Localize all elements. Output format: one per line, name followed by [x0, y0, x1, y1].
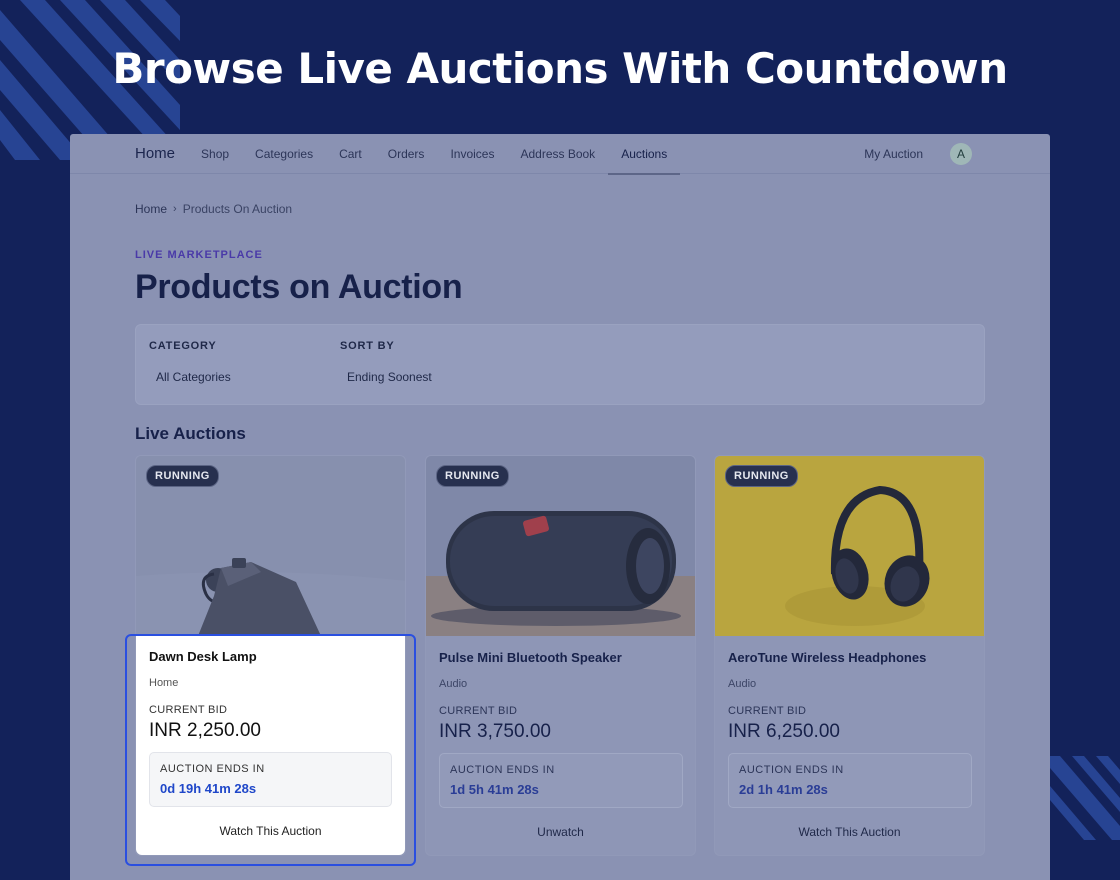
countdown-value: 0d 19h 41m 28s — [160, 781, 257, 796]
nav-item-cart[interactable]: Cart — [326, 134, 375, 174]
avatar[interactable]: A — [950, 143, 972, 165]
countdown-label: AUCTION ENDS IN — [450, 764, 555, 776]
hero-title: Browse Live Auctions With Countdown — [112, 44, 1008, 93]
watch-auction-button[interactable]: Watch This Auction — [136, 824, 405, 838]
status-badge: RUNNING — [725, 465, 798, 487]
breadcrumb: Home › Products On Auction — [135, 202, 292, 216]
auction-card-lamp-details[interactable]: Dawn Desk Lamp Home CURRENT BID INR 2,25… — [136, 636, 405, 855]
auction-card-headphones[interactable]: RUNNING AeroTune Wireless Headphones Aud… — [714, 455, 985, 856]
filter-panel: CATEGORY All Categories SORT BY Ending S… — [135, 324, 985, 405]
top-navigation: Home Shop Categories Cart Orders Invoice… — [70, 134, 1050, 175]
countdown-label: AUCTION ENDS IN — [160, 763, 265, 775]
watch-auction-button[interactable]: Watch This Auction — [715, 825, 984, 839]
auction-product-name[interactable]: Pulse Mini Bluetooth Speaker — [439, 650, 622, 665]
page-eyebrow: LIVE MARKETPLACE — [135, 249, 263, 261]
nav-item-invoices[interactable]: Invoices — [437, 134, 507, 174]
countdown-box: AUCTION ENDS IN 0d 19h 41m 28s — [149, 752, 392, 807]
countdown-value: 2d 1h 41m 28s — [739, 782, 828, 797]
current-bid-value: INR 2,250.00 — [149, 720, 261, 741]
auction-product-category: Audio — [728, 678, 757, 690]
decorative-stripes-bottom-right — [1050, 756, 1120, 840]
page-title: Products on Auction — [135, 268, 463, 306]
countdown-box: AUCTION ENDS IN 2d 1h 41m 28s — [728, 753, 972, 808]
breadcrumb-home[interactable]: Home — [135, 202, 167, 216]
category-select[interactable]: All Categories — [156, 370, 231, 384]
nav-item-categories[interactable]: Categories — [242, 134, 326, 174]
sort-filter-label: SORT BY — [340, 340, 395, 352]
current-bid-value: INR 6,250.00 — [728, 721, 840, 742]
current-bid-label: CURRENT BID — [728, 705, 807, 717]
sort-select[interactable]: Ending Soonest — [347, 370, 432, 384]
status-badge: RUNNING — [146, 465, 219, 487]
current-bid-label: CURRENT BID — [439, 705, 518, 717]
countdown-label: AUCTION ENDS IN — [739, 764, 844, 776]
countdown-box: AUCTION ENDS IN 1d 5h 41m 28s — [439, 753, 683, 808]
nav-item-auctions[interactable]: Auctions — [608, 134, 681, 175]
my-auction-link[interactable]: My Auction — [864, 147, 923, 161]
current-bid-label: CURRENT BID — [149, 704, 228, 716]
nav-item-address-book[interactable]: Address Book — [507, 134, 608, 174]
auction-product-name[interactable]: AeroTune Wireless Headphones — [728, 650, 926, 665]
breadcrumb-current: Products On Auction — [182, 202, 293, 216]
auction-product-category: Home — [149, 677, 179, 689]
auction-card-speaker[interactable]: RUNNING Pulse Mini Bluetooth Speaker Aud… — [425, 455, 696, 856]
chevron-right-icon: › — [173, 203, 177, 215]
countdown-value: 1d 5h 41m 28s — [450, 782, 539, 797]
status-badge: RUNNING — [436, 465, 509, 487]
auction-product-name[interactable]: Dawn Desk Lamp — [149, 649, 257, 664]
current-bid-value: INR 3,750.00 — [439, 721, 551, 742]
nav-right-group: My Auction A — [864, 134, 972, 174]
nav-item-orders[interactable]: Orders — [375, 134, 438, 174]
auction-product-category: Audio — [439, 678, 468, 690]
category-filter-label: CATEGORY — [149, 340, 217, 352]
nav-item-shop[interactable]: Shop — [188, 134, 242, 174]
unwatch-button[interactable]: Unwatch — [426, 825, 695, 839]
section-title-live-auctions: Live Auctions — [135, 424, 246, 443]
nav-brand-home[interactable]: Home — [135, 145, 175, 162]
